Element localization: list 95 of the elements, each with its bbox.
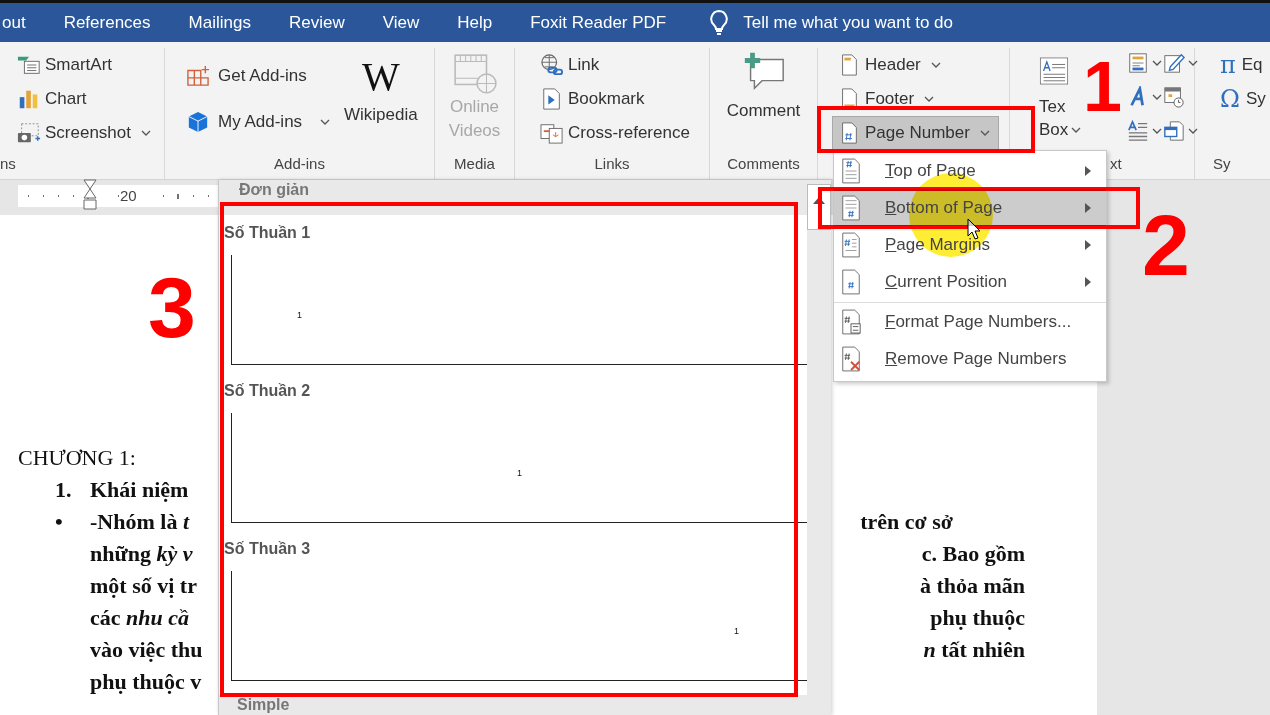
- header-button[interactable]: Header: [832, 48, 946, 82]
- ribbon-tab[interactable]: Help: [438, 12, 512, 33]
- caret-icon: [979, 130, 990, 136]
- group-label: ns: [0, 155, 17, 174]
- gallery-category: Simple: [219, 695, 807, 715]
- caret-icon: [1152, 94, 1163, 100]
- page-number-button[interactable]: Page Number: [832, 116, 999, 150]
- get-add-ins-button[interactable]: Get Add-ins: [181, 53, 312, 99]
- menu-item[interactable]: Top of Page: [834, 152, 1106, 189]
- page-icon: [840, 231, 862, 258]
- footer-button[interactable]: Footer: [832, 82, 940, 116]
- scrollbar[interactable]: [807, 180, 831, 715]
- page-number-sample: 1: [297, 309, 302, 320]
- document-text: n tất nhiên: [923, 636, 1025, 664]
- page-number-sample: 1: [517, 467, 522, 478]
- document-text: phụ thuộc v: [90, 668, 202, 696]
- group-label: Sy: [1212, 155, 1232, 174]
- screenshot-button[interactable]: Screenshot: [12, 116, 156, 150]
- document-text: c. Bao gồm: [921, 540, 1025, 568]
- group-label: Comments: [726, 155, 801, 174]
- ribbon-tab[interactable]: Review: [269, 12, 364, 33]
- page-icon: [840, 157, 862, 184]
- bookmark-button[interactable]: Bookmark: [535, 82, 650, 116]
- document-text: các nhu cầ: [90, 604, 189, 632]
- my-add-ins-button[interactable]: My Add-ins: [181, 99, 336, 145]
- smartart-icon: [17, 54, 41, 76]
- page-icon: [840, 268, 862, 295]
- group-label: Media: [453, 155, 496, 174]
- cross-reference-icon: [540, 122, 564, 144]
- grid-plus-icon: [186, 65, 210, 87]
- document-text: -Nhóm là t: [90, 508, 189, 536]
- gallery-item-title: Số Thuần 3: [224, 539, 312, 559]
- cube-icon: [186, 111, 210, 133]
- comment-button[interactable]: Comment: [725, 48, 802, 155]
- document-text: phụ thuộc: [930, 604, 1025, 632]
- document-text: trên cơ sở: [860, 508, 953, 536]
- ribbon-tab[interactable]: out: [0, 12, 45, 33]
- submenu-arrow-icon: [1084, 238, 1092, 251]
- annotation-number: 2: [1142, 202, 1190, 288]
- pen-page-icon: [1162, 52, 1187, 74]
- caret-icon: [141, 130, 151, 136]
- chart-button[interactable]: Chart: [12, 82, 92, 116]
- equation-button[interactable]: π Eq: [1215, 48, 1268, 82]
- group-label: Links: [593, 155, 631, 174]
- caret-icon: [1188, 60, 1199, 66]
- caret-icon: [1152, 60, 1163, 66]
- ribbon-tab[interactable]: References: [44, 12, 170, 33]
- mouse-cursor-icon: [967, 218, 981, 240]
- document-text: vào việc thu: [90, 636, 203, 664]
- page-icon: [840, 308, 862, 335]
- window-page-icon: [1162, 120, 1187, 142]
- menu-item[interactable]: Format Page Numbers...: [834, 302, 1106, 340]
- group-label: xt: [1110, 155, 1122, 174]
- camera-icon: [17, 122, 41, 144]
- link-button[interactable]: Link: [535, 48, 605, 82]
- ribbon-tab[interactable]: Foxit Reader PDF: [511, 12, 686, 33]
- ruler-number: 20: [120, 187, 137, 204]
- caret-icon: [930, 62, 941, 68]
- list-marker: 1.: [55, 476, 73, 504]
- menu-item[interactable]: Remove Page Numbers: [834, 340, 1106, 377]
- ribbon-tab[interactable]: View: [363, 12, 439, 33]
- document-text: CHƯƠNG 1:: [18, 444, 136, 472]
- caret-icon: [924, 96, 935, 102]
- menu-item[interactable]: Current Position: [834, 263, 1106, 300]
- annotation-number: 1: [1083, 52, 1122, 122]
- caret-icon: [1071, 126, 1082, 133]
- document-text: những kỳ v: [90, 540, 193, 568]
- film-globe-icon: [451, 53, 498, 95]
- submenu-arrow-icon: [1084, 275, 1092, 288]
- caret-icon: [1188, 128, 1199, 134]
- document-text: Khái niệm: [90, 476, 189, 504]
- document-text: một số vị tr: [90, 572, 197, 600]
- gallery-item-title: Số Thuần 1: [224, 223, 312, 243]
- smartart-button[interactable]: SmartArt: [12, 48, 118, 82]
- globe-link-icon: [540, 54, 564, 76]
- cross-reference-button[interactable]: Cross-reference: [535, 116, 695, 150]
- caret-icon: [1152, 128, 1163, 134]
- ribbon-tab[interactable]: Mailings: [169, 12, 270, 33]
- submenu-arrow-icon: [1084, 201, 1092, 214]
- annotation-number: 3: [148, 264, 196, 350]
- submenu-arrow-icon: [1084, 164, 1092, 177]
- text-box-button[interactable]: Tex Box: [1038, 48, 1083, 155]
- lightbulb-icon: [709, 9, 730, 36]
- caret-icon: [320, 119, 331, 125]
- tell-me-search[interactable]: Tell me what you want to do: [709, 9, 954, 36]
- list-marker: •: [55, 508, 64, 536]
- wikipedia-button[interactable]: W Wikipedia: [343, 48, 419, 155]
- document-text: à thỏa mãn: [919, 572, 1025, 600]
- calendar-clock-icon: [1162, 86, 1187, 108]
- page-icon: [840, 345, 862, 372]
- group-label: Add-ins: [273, 155, 326, 174]
- page-number-sample: 1: [734, 625, 739, 636]
- page-icon: [840, 194, 862, 221]
- symbol-button[interactable]: Ω Sy: [1215, 82, 1270, 116]
- gallery-item-title: Số Thuần 2: [224, 381, 312, 401]
